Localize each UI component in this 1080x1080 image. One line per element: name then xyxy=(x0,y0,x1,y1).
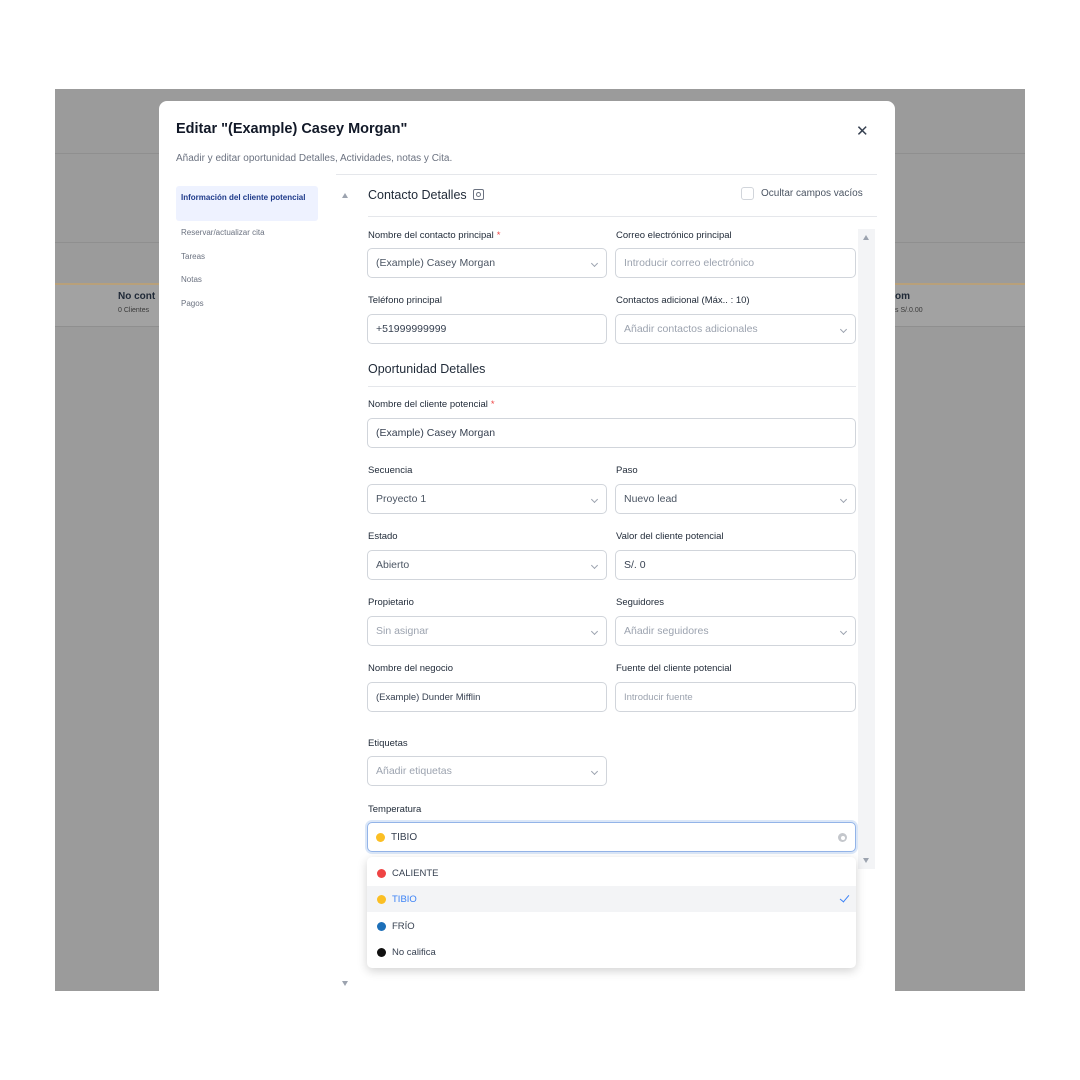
tags-select[interactable]: Añadir etiquetas xyxy=(367,756,607,786)
nav-item-lead-info[interactable]: Información del cliente potencial xyxy=(176,186,318,221)
hot-dot-icon xyxy=(377,868,386,878)
outer-scrollbar[interactable] xyxy=(337,185,354,1005)
pipeline-label: Secuencia xyxy=(368,465,413,476)
temperature-option-hot[interactable]: CALIENTE xyxy=(367,860,856,886)
business-name-input[interactable]: (Example) Dunder Mifflin xyxy=(367,682,607,712)
option-label: TIBIO xyxy=(392,893,417,905)
lead-name-input[interactable]: (Example) Casey Morgan xyxy=(367,418,856,448)
chevron-down-icon xyxy=(839,495,848,504)
required-mark: * xyxy=(496,230,501,241)
temperature-option-cold[interactable]: FRÍO xyxy=(367,913,856,939)
scroll-down-icon[interactable] xyxy=(863,858,869,863)
select-value: Nuevo lead xyxy=(624,493,678,505)
select-value: Proyecto 1 xyxy=(376,493,427,505)
warm-dot-icon xyxy=(377,894,386,904)
temperature-label: Temperatura xyxy=(368,804,422,815)
primary-contact-select[interactable]: (Example) Casey Morgan xyxy=(367,248,607,278)
contact-section-title: Contacto Detalles xyxy=(368,188,484,202)
bg-card-title: om xyxy=(895,291,910,302)
required-mark: * xyxy=(490,399,495,410)
bg-pipeline-column-card: No cont 0 Clientes xyxy=(55,283,165,327)
cold-dot-icon xyxy=(377,921,386,931)
chevron-down-icon xyxy=(839,627,848,636)
option-label: No califica xyxy=(392,946,436,958)
additional-contacts-select[interactable]: Añadir contactos adicionales xyxy=(615,314,856,344)
status-select[interactable]: Abierto xyxy=(367,550,607,580)
lead-value-input[interactable]: S/. 0 xyxy=(615,550,856,580)
nav-item-tasks[interactable]: Tareas xyxy=(176,245,318,269)
status-label: Estado xyxy=(368,531,398,542)
hide-empty-label: Ocultar campos vacíos xyxy=(761,188,863,199)
primary-email-input[interactable]: Introducir correo electrónico xyxy=(615,248,856,278)
stage-select[interactable]: Nuevo lead xyxy=(615,484,856,514)
close-icon[interactable]: ✕ xyxy=(856,122,869,140)
lead-name-label: Nombre del cliente potencial * xyxy=(368,399,495,410)
chevron-down-icon xyxy=(590,495,599,504)
lead-source-input[interactable]: Introducir fuente xyxy=(615,682,856,712)
label-text: Nombre del cliente potencial xyxy=(368,399,488,410)
hide-empty-checkbox[interactable] xyxy=(741,187,754,200)
primary-phone-label: Teléfono principal xyxy=(368,295,442,306)
bg-card-subtitle: s S/.0.00 xyxy=(895,307,923,314)
edit-opportunity-modal: Editar "(Example) Casey Morgan" Añadir y… xyxy=(159,101,895,1001)
primary-contact-label: Nombre del contacto principal * xyxy=(368,230,500,241)
additional-contacts-label: Contactos adicional (Máx.. : 10) xyxy=(616,295,750,306)
followers-select[interactable]: Añadir seguidores xyxy=(615,616,856,646)
nav-item-appointment[interactable]: Reservar/actualizar cita xyxy=(176,221,318,245)
business-name-label: Nombre del negocio xyxy=(368,663,454,674)
modal-title: Editar "(Example) Casey Morgan" xyxy=(176,121,408,137)
nav-item-payments[interactable]: Pagos xyxy=(176,292,318,316)
option-label: CALIENTE xyxy=(392,867,439,879)
temperature-option-warm[interactable]: TIBIO xyxy=(367,886,856,912)
select-placeholder: Añadir contactos adicionales xyxy=(624,323,758,335)
lead-value-label: Valor del cliente potencial xyxy=(616,531,724,542)
section-divider xyxy=(368,386,856,387)
owner-select[interactable]: Sin asignar xyxy=(367,616,607,646)
bg-card-subtitle: 0 Clientes xyxy=(118,307,150,314)
header-divider xyxy=(336,174,877,175)
nav-item-notes[interactable]: Notas xyxy=(176,268,318,292)
owner-label: Propietario xyxy=(368,597,414,608)
bg-pipeline-column-card: om s S/.0.00 xyxy=(895,283,1025,327)
scroll-down-icon[interactable] xyxy=(342,981,348,986)
select-value: TIBIO xyxy=(391,831,418,843)
temperature-dropdown: CALIENTE TIBIO FRÍO No califica xyxy=(367,857,856,968)
select-placeholder: Añadir seguidores xyxy=(624,625,709,637)
select-value: Abierto xyxy=(376,559,410,571)
opportunity-section-title: Oportunidad Detalles xyxy=(368,362,486,376)
temperature-option-unqualified[interactable]: No califica xyxy=(367,939,856,965)
contact-section-title-text: Contacto Detalles xyxy=(368,188,467,202)
section-divider xyxy=(368,216,877,217)
tags-label: Etiquetas xyxy=(368,738,408,749)
chevron-down-icon xyxy=(590,627,599,636)
scroll-up-icon[interactable] xyxy=(342,193,348,198)
bg-card-title: No cont xyxy=(118,291,156,302)
primary-phone-input[interactable]: +51999999999 xyxy=(367,314,607,344)
temperature-select[interactable]: TIBIO xyxy=(367,822,856,852)
primary-email-label: Correo electrónico principal xyxy=(616,230,732,241)
temperature-warm-dot-icon xyxy=(376,832,385,842)
unqualified-dot-icon xyxy=(377,947,386,957)
scroll-up-icon[interactable] xyxy=(863,235,869,240)
option-label: FRÍO xyxy=(392,920,415,932)
stage-label: Paso xyxy=(616,465,638,476)
select-value: Sin asignar xyxy=(376,625,429,637)
pipeline-select[interactable]: Proyecto 1 xyxy=(367,484,607,514)
chevron-down-icon xyxy=(839,325,848,334)
modal-subtitle: Añadir y editar oportunidad Detalles, Ac… xyxy=(176,153,453,164)
side-nav: Información del cliente potencial Reserv… xyxy=(176,186,318,315)
select-value: (Example) Casey Morgan xyxy=(376,257,496,269)
hide-empty-fields-toggle[interactable]: Ocultar campos vacíos xyxy=(741,187,863,200)
lead-source-label: Fuente del cliente potencial xyxy=(616,663,732,674)
clear-selection-icon[interactable] xyxy=(838,833,847,842)
select-placeholder: Añadir etiquetas xyxy=(376,765,452,777)
label-text: Nombre del contacto principal xyxy=(368,230,494,241)
contact-card-icon xyxy=(472,189,484,200)
chevron-down-icon xyxy=(590,767,599,776)
check-icon xyxy=(839,892,850,903)
form-scrollbar[interactable] xyxy=(858,229,875,869)
followers-label: Seguidores xyxy=(616,597,665,608)
chevron-down-icon xyxy=(590,259,599,268)
chevron-down-icon xyxy=(590,561,599,570)
